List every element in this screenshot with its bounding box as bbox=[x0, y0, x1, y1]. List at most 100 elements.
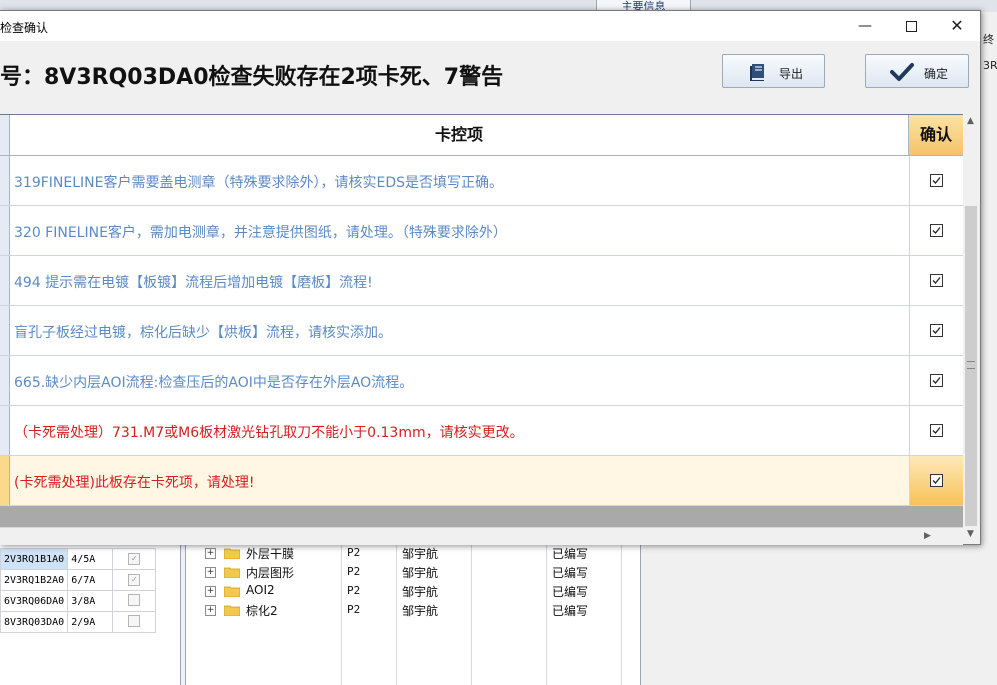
check-item-text: （卡死需处理）731.M7或M6板材激光钻孔取刀不能小于0.13mm，请核实更改… bbox=[14, 425, 524, 441]
tree-node-status: 已编写 bbox=[552, 547, 589, 561]
confirm-checkbox[interactable] bbox=[930, 224, 943, 237]
checkmark-icon bbox=[932, 277, 941, 284]
confirm-cell[interactable] bbox=[909, 156, 963, 205]
confirm-checkbox[interactable] bbox=[930, 374, 943, 387]
row-header[interactable] bbox=[0, 306, 10, 355]
confirm-cell[interactable] bbox=[909, 356, 963, 405]
check-confirm-dialog: 检查确认 — ✕ 号：8V3RQ03DA0检查失败存在2项卡死、7警告 导出 确… bbox=[0, 10, 981, 545]
check-item-text: 494 提示需在电镀【板镀】流程后增加电镀【磨板】流程! bbox=[14, 275, 373, 291]
column-header-check-item[interactable]: 卡控项 bbox=[10, 115, 909, 155]
board-checkbox[interactable]: ✓ bbox=[128, 553, 141, 565]
background-right-panel bbox=[640, 545, 997, 685]
close-button[interactable]: ✕ bbox=[934, 11, 980, 41]
board-list-row[interactable]: 6V3RQ06DA0 3/8A bbox=[0, 590, 157, 612]
row-header[interactable] bbox=[0, 156, 10, 205]
tree-column-divider bbox=[396, 545, 397, 685]
board-checkbox-cell[interactable] bbox=[112, 611, 157, 633]
tree-node-label: 外层干膜 bbox=[246, 547, 295, 561]
board-checkbox[interactable]: ✓ bbox=[128, 574, 141, 586]
tree-node-label: 内层图形 bbox=[246, 566, 295, 580]
checkmark-icon bbox=[932, 427, 941, 434]
dialog-titlebar[interactable]: 检查确认 — ✕ bbox=[0, 11, 980, 41]
dialog-title: 检查确认 bbox=[0, 21, 49, 35]
tree-node-grade: P2 bbox=[347, 603, 361, 616]
check-result-headline: 号：8V3RQ03DA0检查失败存在2项卡死、7警告 bbox=[0, 65, 504, 90]
folder-icon bbox=[224, 605, 240, 616]
check-item-row[interactable]: (卡死需处理)此板存在卡死项，请处理! bbox=[0, 456, 963, 506]
board-checkbox-cell[interactable]: ✓ bbox=[112, 548, 157, 570]
row-header[interactable] bbox=[0, 256, 10, 305]
board-list-table: 2V3RQ1B1A0 4/5A ✓ 2V3RQ1B2A0 6/7A ✓ 6V3RQ06DA0… bbox=[0, 548, 157, 633]
board-checkbox-cell[interactable] bbox=[112, 590, 157, 612]
export-button-label: 导出 bbox=[779, 67, 804, 81]
tree-node-grade: P2 bbox=[347, 584, 361, 597]
expander-plus-icon[interactable]: + bbox=[205, 586, 216, 597]
board-count: 2/9A bbox=[67, 611, 114, 633]
maximize-button[interactable] bbox=[888, 11, 934, 41]
checkmark-icon bbox=[932, 327, 941, 334]
export-button[interactable]: 导出 bbox=[722, 54, 825, 88]
confirm-checkbox[interactable] bbox=[930, 174, 943, 187]
minimize-icon: — bbox=[858, 18, 872, 34]
check-item-row[interactable]: （卡死需处理）731.M7或M6板材激光钻孔取刀不能小于0.13mm，请核实更改… bbox=[0, 406, 963, 456]
tree-node-label: AOI2 bbox=[246, 583, 275, 597]
expander-plus-icon[interactable]: + bbox=[205, 548, 216, 559]
close-icon: ✕ bbox=[950, 16, 964, 35]
confirm-checkbox[interactable] bbox=[930, 324, 943, 337]
confirm-cell[interactable] bbox=[909, 406, 963, 455]
confirm-button[interactable]: 确定 bbox=[865, 54, 969, 88]
tree-node-person: 邹宇航 bbox=[402, 547, 439, 561]
grid-select-all[interactable] bbox=[0, 115, 10, 155]
folder-icon bbox=[224, 548, 240, 559]
confirm-cell[interactable] bbox=[909, 456, 963, 505]
check-item-row[interactable]: 319FINELINE客户需要盖电测章（特殊要求除外），请核实EDS是否填写正确… bbox=[0, 156, 963, 206]
board-count: 3/8A bbox=[67, 590, 114, 612]
column-header-confirm[interactable]: 确认 bbox=[909, 115, 963, 155]
folder-icon bbox=[224, 586, 240, 597]
board-code: 2V3RQ1B1A0 bbox=[0, 548, 69, 570]
check-item-row[interactable]: 盲孔子板经过电镀，棕化后缺少【烘板】流程，请核实添加。 bbox=[0, 306, 963, 356]
scroll-grip-icon bbox=[967, 361, 975, 369]
board-code: 2V3RQ1B2A0 bbox=[0, 569, 69, 591]
checkmark-icon bbox=[932, 227, 941, 234]
background-fragment-2: 3RQ bbox=[983, 59, 997, 72]
vertical-scrollbar[interactable]: ▲ ▼ bbox=[963, 114, 980, 544]
tree-node-grade: P2 bbox=[347, 565, 361, 578]
row-header[interactable] bbox=[0, 206, 10, 255]
confirm-checkbox[interactable] bbox=[930, 424, 943, 437]
board-list-row[interactable]: 2V3RQ1B2A0 6/7A ✓ bbox=[0, 569, 157, 591]
dialog-header: 号：8V3RQ03DA0检查失败存在2项卡死、7警告 导出 确定 bbox=[0, 41, 980, 114]
board-list-row[interactable]: 2V3RQ1B1A0 4/5A ✓ bbox=[0, 548, 157, 570]
board-code: 8V3RQ03DA0 bbox=[0, 611, 69, 633]
expander-plus-icon[interactable]: + bbox=[205, 567, 216, 578]
board-list-row[interactable]: 8V3RQ03DA0 2/9A bbox=[0, 611, 157, 633]
row-header[interactable] bbox=[0, 406, 10, 455]
minimize-button[interactable]: — bbox=[842, 11, 888, 41]
scroll-up-arrow-icon[interactable]: ▲ bbox=[967, 116, 974, 126]
expander-plus-icon[interactable]: + bbox=[205, 605, 216, 616]
confirm-cell[interactable] bbox=[909, 306, 963, 355]
confirm-cell[interactable] bbox=[909, 256, 963, 305]
grid-header: 卡控项 确认 bbox=[0, 115, 963, 156]
horizontal-scrollbar[interactable]: ▶ bbox=[0, 527, 963, 545]
checkmark-icon bbox=[932, 177, 941, 184]
board-count: 4/5A bbox=[67, 548, 114, 570]
scroll-right-arrow-icon[interactable]: ▶ bbox=[924, 531, 931, 541]
confirm-checkbox[interactable] bbox=[930, 274, 943, 287]
check-items-grid: 卡控项 确认 319FINELINE客户需要盖电测章（特殊要求除外），请核实ED… bbox=[0, 114, 963, 528]
row-header[interactable] bbox=[0, 356, 10, 405]
board-checkbox[interactable] bbox=[128, 614, 141, 627]
confirm-checkbox[interactable] bbox=[930, 474, 943, 487]
check-item-row[interactable]: 320 FINELINE客户，需加电测章，并注意提供图纸，请处理。（特殊要求除外… bbox=[0, 206, 963, 256]
tree-node-status: 已编写 bbox=[552, 604, 589, 618]
maximize-icon bbox=[905, 20, 917, 32]
scroll-down-arrow-icon[interactable]: ▼ bbox=[967, 529, 974, 539]
check-item-row[interactable]: 494 提示需在电镀【板镀】流程后增加电镀【磨板】流程! bbox=[0, 256, 963, 306]
check-item-row[interactable]: 665.缺少内层AOI流程:检查压后的AOI中是否存在外层AO流程。 bbox=[0, 356, 963, 406]
board-checkbox[interactable] bbox=[128, 593, 141, 606]
tree-node-label: 棕化2 bbox=[246, 604, 278, 618]
confirm-cell[interactable] bbox=[909, 206, 963, 255]
board-checkbox-cell[interactable]: ✓ bbox=[112, 569, 157, 591]
row-header[interactable] bbox=[0, 456, 10, 505]
check-item-text: 665.缺少内层AOI流程:检查压后的AOI中是否存在外层AO流程。 bbox=[14, 375, 414, 391]
